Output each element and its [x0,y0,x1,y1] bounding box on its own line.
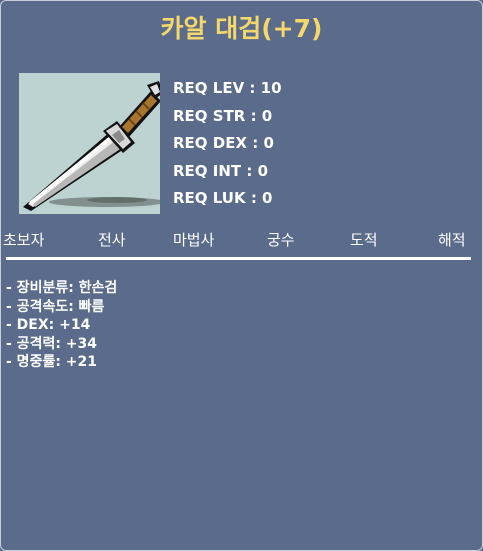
req-luk: REQ LUK : 0 [173,189,273,207]
job-beginner: 초보자 [3,231,45,249]
stats-list: - 장비분류: 한손검 - 공격속도: 빠름 - DEX: +14 - 공격력:… [6,279,117,372]
requirements-list: REQ LEV : 10 REQ STR : 0 REQ DEX : 0 REQ… [173,75,282,213]
job-archer: 궁수 [267,231,295,249]
job-list: 초보자 전사 마법사 궁수 도적 해적 [1,229,483,253]
job-pirate: 해적 [438,231,466,249]
stat-dex: - DEX: +14 [6,317,91,333]
job-magician: 마법사 [173,231,215,249]
req-int: REQ INT : 0 [173,161,269,180]
job-thief: 도적 [350,231,378,249]
stat-attack: - 공격력: +34 [6,335,98,352]
item-tooltip: 카알 대검(+7) REQ LEV: 10 REQ STR: 0 REQ D… [0,0,483,551]
job-warrior: 전사 [98,231,126,249]
item-title: 카알 대검(+7) [160,14,323,43]
dagger-icon [23,81,160,211]
req-str: REQ STR : 0 [173,106,273,125]
req-dex: REQ DEX : 0 [173,134,274,152]
req-level: REQ LEV : 10 [173,79,282,97]
stat-attack-speed: - 공격속도: 빠름 [6,298,105,315]
stat-accuracy: - 명중률: +21 [6,354,98,370]
stat-category: - 장비분류: 한손검 [6,280,118,296]
item-icon-frame [19,73,160,214]
divider [6,257,471,260]
